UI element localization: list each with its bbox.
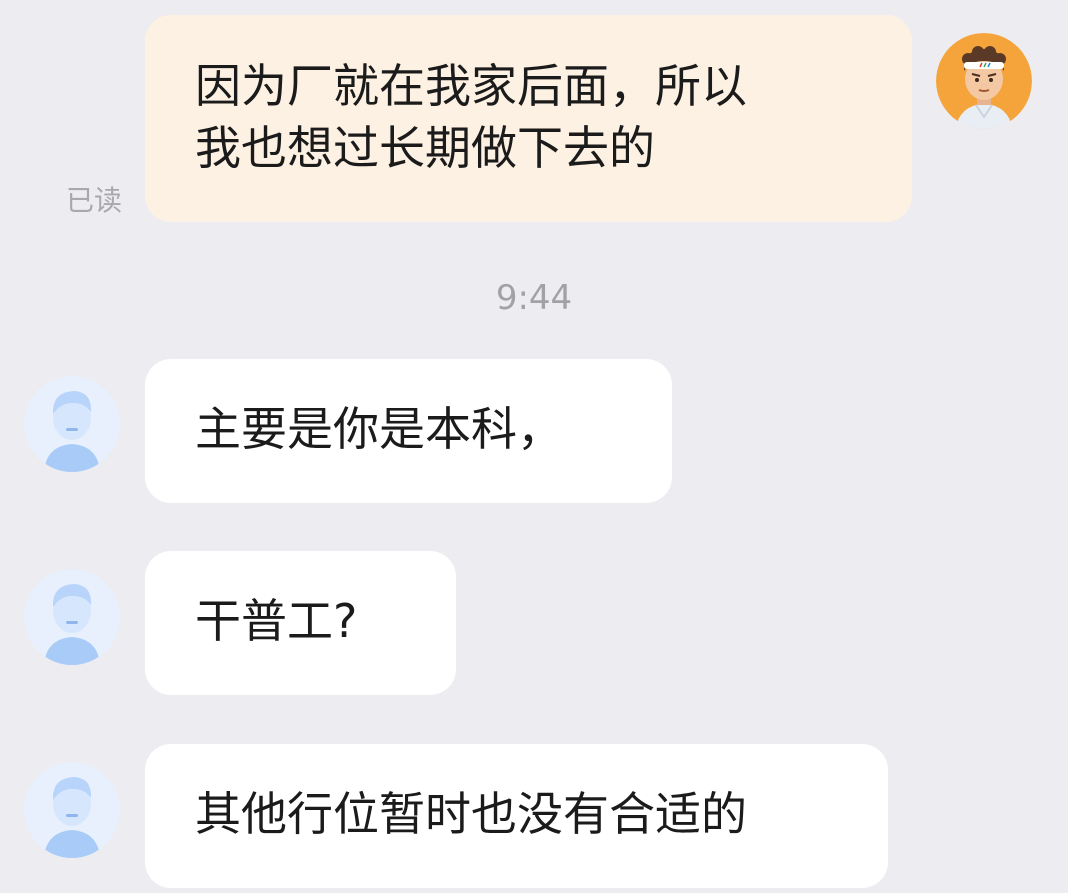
read-status: 已读	[66, 184, 123, 217]
message-text-line-1: 因为厂就在我家后面，所以	[195, 59, 747, 113]
time-divider: 9:44	[495, 278, 573, 318]
default-person-avatar-icon	[24, 762, 120, 858]
default-person-avatar-icon	[24, 376, 120, 472]
incoming-message-bubble[interactable]: 其他行位暂时也没有合适的	[145, 744, 888, 888]
cartoon-man-headband-avatar-icon	[936, 33, 1032, 129]
contact-avatar[interactable]	[24, 762, 120, 858]
contact-avatar[interactable]	[24, 569, 120, 665]
message-text: 其他行位暂时也没有合适的	[195, 787, 747, 841]
default-person-avatar-icon	[24, 569, 120, 665]
message-text-line-2: 我也想过长期做下去的	[195, 121, 655, 175]
incoming-message-bubble[interactable]: 主要是你是本科，	[145, 359, 672, 503]
chat-message-list[interactable]: 因为厂就在我家后面，所以 我也想过长期做下去的 已读 9:44 主要是你是本科，…	[0, 0, 1068, 893]
my-avatar[interactable]	[936, 33, 1032, 129]
message-text: 主要是你是本科，	[195, 402, 563, 456]
message-text: 干普工?	[195, 594, 358, 648]
outgoing-message-bubble[interactable]: 因为厂就在我家后面，所以 我也想过长期做下去的	[145, 15, 912, 222]
incoming-message-bubble[interactable]: 干普工?	[145, 551, 456, 695]
contact-avatar[interactable]	[24, 376, 120, 472]
